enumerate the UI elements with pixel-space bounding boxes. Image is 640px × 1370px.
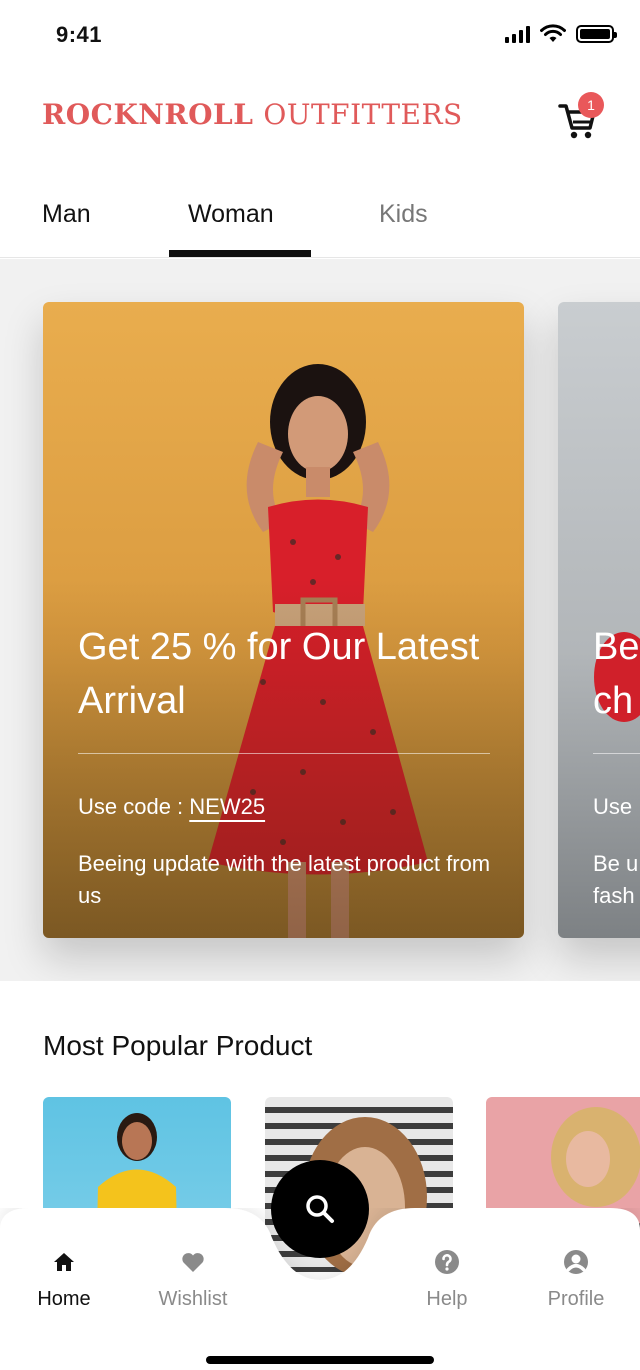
nav-help[interactable]: Help <box>387 1248 507 1311</box>
status-bar: 9:41 <box>0 0 640 70</box>
cart-count-badge: 1 <box>578 92 604 118</box>
status-time: 9:41 <box>56 22 103 47</box>
brand-name-primary: ROCKNROLL <box>42 98 254 131</box>
status-icons <box>505 24 617 44</box>
promo-code[interactable]: NEW25 <box>189 794 265 819</box>
search-button[interactable] <box>271 1160 369 1258</box>
banner-divider <box>78 753 490 754</box>
banner-description: Beeing update with the latest product fr… <box>78 851 491 908</box>
wifi-icon <box>540 24 566 42</box>
tab-woman[interactable]: Woman <box>188 200 274 229</box>
banner-promo-code: Use <box>593 794 633 819</box>
help-icon <box>435 1250 459 1274</box>
promo-carousel[interactable]: Get 25 % for Our Latest Arrival Use code… <box>0 259 640 981</box>
home-indicator <box>206 1356 434 1364</box>
nav-profile[interactable]: Profile <box>516 1248 636 1311</box>
nav-wishlist[interactable]: Wishlist <box>133 1248 253 1311</box>
section-title-popular: Most Popular Product <box>43 1030 313 1061</box>
banner-title: Be ch <box>593 626 640 722</box>
nav-home[interactable]: Home <box>4 1248 124 1311</box>
heart-icon <box>182 1253 204 1272</box>
banner-promo-code: Use code : NEW25 <box>78 794 265 820</box>
tab-man[interactable]: Man <box>42 200 91 229</box>
brand-name-secondary: OUTFITTERS <box>263 98 463 131</box>
nav-help-label: Help <box>426 1288 468 1310</box>
nav-profile-label: Profile <box>547 1288 605 1310</box>
banner-description: Be u fash <box>593 851 639 908</box>
search-icon <box>306 1195 334 1223</box>
nav-wishlist-label: Wishlist <box>158 1288 228 1310</box>
bottom-navigation: Home Wishlist Help Profile <box>0 1160 640 1370</box>
brand-logo[interactable]: ROCKNROLL OUTFITTERS <box>42 98 463 131</box>
tab-kids[interactable]: Kids <box>379 200 428 229</box>
banner-title: Get 25 % for Our Latest Arrival <box>78 626 480 722</box>
active-tab-indicator <box>169 250 311 257</box>
promo-banner[interactable]: Get 25 % for Our Latest Arrival Use code… <box>43 302 524 938</box>
battery-icon <box>576 25 617 43</box>
category-tabs: Man Woman Kids <box>0 182 640 258</box>
promo-code-label: Use code : <box>78 794 190 819</box>
promo-banner-next[interactable]: Be ch Use Be u fash <box>558 302 640 938</box>
banner-divider <box>593 753 640 754</box>
profile-icon <box>564 1250 588 1274</box>
app-header: ROCKNROLL OUTFITTERS 1 <box>0 80 640 160</box>
cellular-signal-icon <box>505 25 530 43</box>
cart-button[interactable]: 1 <box>556 92 604 142</box>
home-icon <box>54 1253 74 1271</box>
nav-home-label: Home <box>37 1288 91 1310</box>
